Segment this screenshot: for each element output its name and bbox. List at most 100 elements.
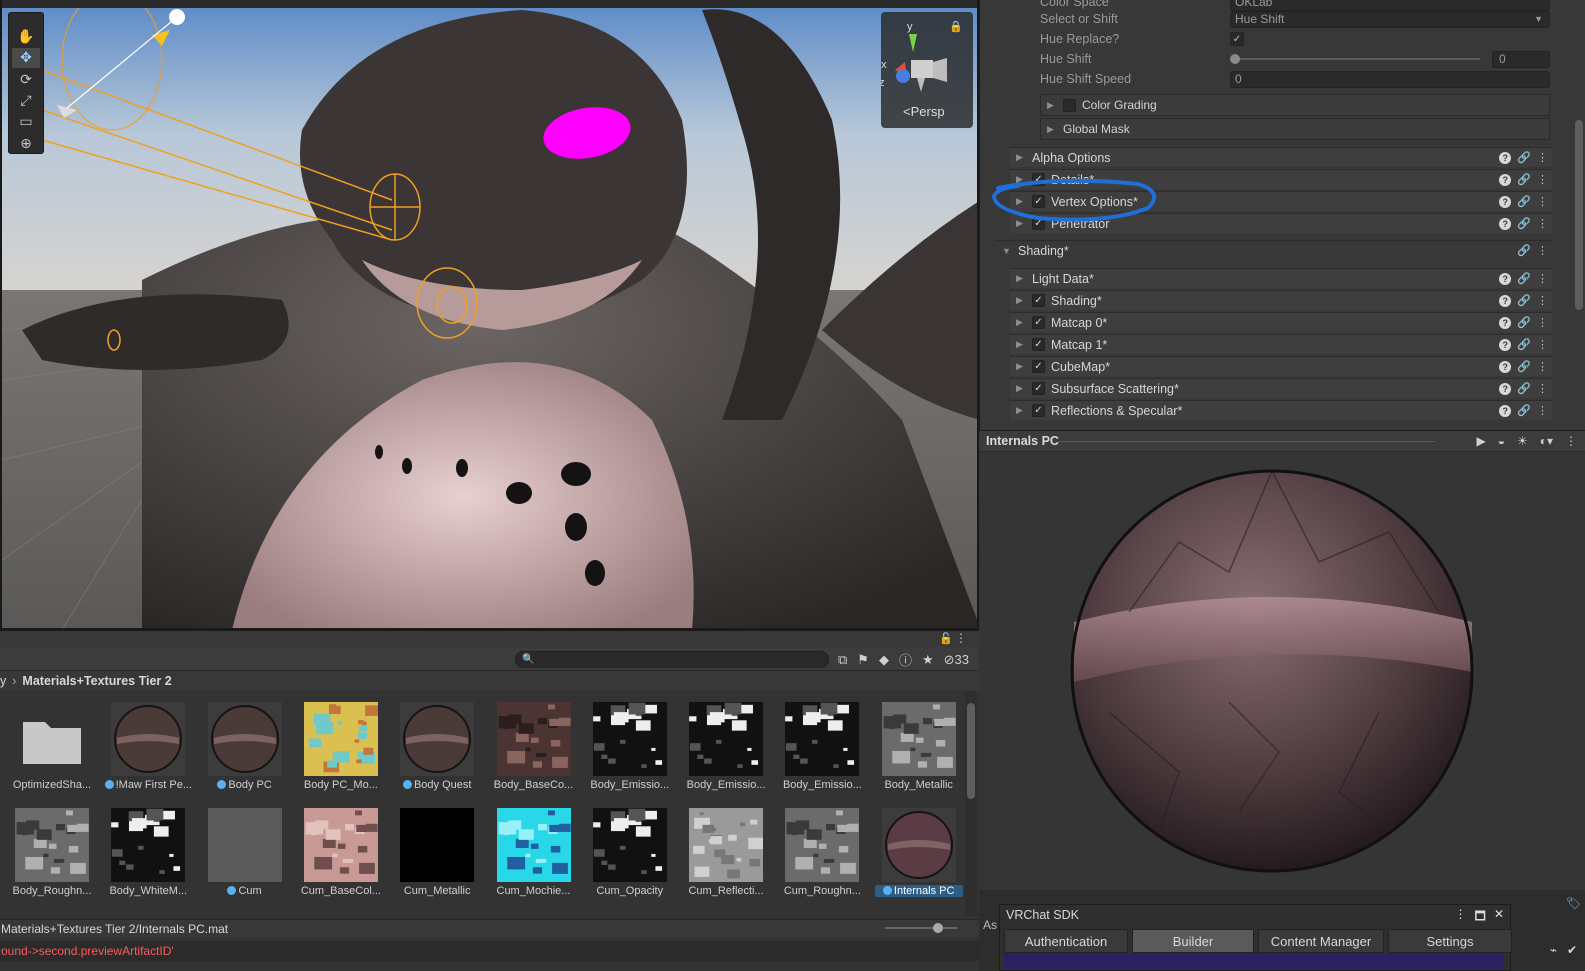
more-menu-icon[interactable]: ⋮ (1537, 151, 1548, 164)
project-scrollbar[interactable] (965, 691, 977, 916)
link-icon[interactable]: 🔗 (1517, 338, 1531, 351)
asset-item[interactable]: Cum_Metallic (385, 803, 481, 903)
asset-item[interactable]: Cum_Opacity (578, 803, 674, 903)
help-icon[interactable]: ? (1499, 316, 1512, 329)
help-icon[interactable]: ? (1499, 217, 1512, 230)
asset-item[interactable]: Cum_Reflecti... (674, 803, 770, 903)
asset-item[interactable]: Body_Roughn... (0, 803, 96, 903)
section-checkbox[interactable]: ✓ (1032, 404, 1045, 417)
hidden-packages-toggle[interactable]: ⊘33 (944, 652, 969, 668)
link-icon[interactable]: 🔗 (1517, 272, 1531, 285)
rotate-tool-icon[interactable]: ⟳ (12, 70, 40, 89)
help-icon[interactable]: ? (1499, 404, 1512, 417)
preview-shape-icon[interactable]: ◐▾ (1540, 434, 1553, 448)
link-icon[interactable]: 🔗 (1517, 404, 1531, 417)
link-icon[interactable]: 🔗 (1517, 151, 1531, 164)
help-icon[interactable]: ? (1499, 195, 1512, 208)
more-menu-icon[interactable]: ⋮ (1537, 404, 1548, 417)
link-icon[interactable]: 🔗 (1517, 382, 1531, 395)
tab-content-manager[interactable]: Content Manager (1258, 929, 1384, 953)
link-icon[interactable]: 🔗 (1517, 217, 1531, 230)
asset-item[interactable]: Body PC (193, 697, 289, 797)
filter-by-label-icon[interactable]: ⚑ (857, 652, 869, 668)
inspector-section[interactable]: ▶ ✓ Matcap 1*? 🔗 ⋮ (1010, 334, 1552, 354)
inspector-scrollbar[interactable] (1575, 120, 1583, 310)
more-menu-icon[interactable]: ⋮ (955, 631, 967, 645)
color-grading-checkbox[interactable] (1063, 98, 1076, 112)
inspector-section[interactable]: ▶ ✓ Shading*? 🔗 ⋮ (1010, 290, 1552, 310)
more-menu-icon[interactable]: ⋮ (1537, 316, 1548, 329)
help-icon[interactable]: ? (1499, 382, 1512, 395)
lock-icon[interactable]: 🔒 (949, 20, 963, 33)
more-menu-icon[interactable]: ⋮ (1537, 382, 1548, 395)
move-tool-icon[interactable]: ✥ (12, 48, 40, 68)
tag-icon[interactable]: 🏷 (1566, 896, 1581, 910)
favorite-star-icon[interactable]: ★ (922, 652, 934, 668)
tab-builder[interactable]: Builder (1132, 929, 1254, 953)
inspector-section[interactable]: ▶ Alpha Options? 🔗 ⋮ (1010, 147, 1552, 167)
more-menu-icon[interactable]: ⋮ (1537, 360, 1548, 373)
link-icon[interactable]: 🔗 (1517, 195, 1531, 208)
search-input[interactable]: 🔍 (515, 651, 829, 668)
link-icon[interactable]: 🔗 (1517, 173, 1531, 186)
more-menu-icon[interactable]: ⋮ (1537, 217, 1548, 230)
asset-item[interactable]: Body_WhiteM... (96, 803, 192, 903)
asset-item[interactable]: Internals PC (867, 803, 963, 903)
orientation-gizmo[interactable]: 🔒 y x z <Persp (879, 12, 973, 128)
scene-view[interactable]: ✋ ✥ ⟳ ⤢ ▭ ⊕ 🔒 y x z <Persp (0, 0, 979, 630)
hue-shift-slider[interactable]: 0 (1230, 50, 1550, 68)
link-icon[interactable]: 🔗 (1517, 244, 1531, 257)
inspector-section[interactable]: ▶ ✓ CubeMap*? 🔗 ⋮ (1010, 356, 1552, 376)
asset-item[interactable]: Body PC_Mo... (289, 697, 385, 797)
section-checkbox[interactable]: ✓ (1032, 360, 1045, 373)
hue-shift-speed-field[interactable]: 0 (1230, 70, 1550, 88)
inspector-section[interactable]: ▶ Light Data*? 🔗 ⋮ (1010, 268, 1552, 288)
console-error-line[interactable]: ound->second.previewArtifactID' (0, 941, 979, 961)
asset-item[interactable]: Body_BaseCo... (482, 697, 578, 797)
material-preview[interactable] (979, 452, 1585, 890)
check-circle-icon[interactable]: ✔ (1567, 943, 1577, 957)
rect-tool-icon[interactable]: ▭ (12, 112, 40, 131)
tab-authentication[interactable]: Authentication (1004, 929, 1128, 953)
section-checkbox[interactable]: ✓ (1032, 316, 1045, 329)
thumbnail-size-slider[interactable] (885, 923, 957, 933)
assets-tab[interactable]: As (979, 915, 999, 935)
info-icon[interactable]: ⓘ (899, 650, 912, 669)
more-menu-icon[interactable]: ⋮ (1537, 173, 1548, 186)
help-icon[interactable]: ? (1499, 151, 1512, 164)
asset-item[interactable]: Cum_Roughn... (770, 803, 866, 903)
link-icon[interactable]: 🔗 (1517, 316, 1531, 329)
more-menu-icon[interactable]: ⋮ (1565, 434, 1577, 448)
slider-handle[interactable] (1230, 54, 1240, 64)
play-icon[interactable]: ▶ (1476, 434, 1485, 448)
asset-item[interactable]: Cum_BaseCol... (289, 803, 385, 903)
more-menu-icon[interactable]: ⋮ (1537, 272, 1548, 285)
asset-item[interactable]: Body Quest (385, 697, 481, 797)
breadcrumb-parent[interactable]: y (0, 674, 6, 688)
asset-item[interactable]: OptimizedSha... (0, 697, 96, 797)
help-icon[interactable]: ? (1499, 338, 1512, 351)
network-icon[interactable]: ⌁ (1550, 943, 1557, 957)
label-icon[interactable]: ◆ (879, 652, 889, 668)
link-icon[interactable]: 🔗 (1517, 360, 1531, 373)
projection-mode-label[interactable]: <Persp (903, 104, 945, 119)
tab-settings[interactable]: Settings (1388, 929, 1512, 953)
inspector-section[interactable]: ▶ ✓ Subsurface Scattering*? 🔗 ⋮ (1010, 378, 1552, 398)
section-checkbox[interactable]: ✓ (1032, 294, 1045, 307)
asset-item[interactable]: Body_Emissio... (578, 697, 674, 797)
more-menu-icon[interactable]: ⋮ (1455, 907, 1467, 928)
help-icon[interactable]: ? (1499, 272, 1512, 285)
asset-item[interactable]: Cum_Mochie... (482, 803, 578, 903)
select-shift-dropdown[interactable]: Hue Shift ▼ (1230, 10, 1550, 28)
section-checkbox[interactable]: ✓ (1032, 338, 1045, 351)
color-grading-section[interactable]: ▶ Color Grading (1040, 94, 1550, 116)
asset-item[interactable]: Cum (193, 803, 289, 903)
asset-item[interactable]: Body_Emissio... (674, 697, 770, 797)
help-icon[interactable]: ? (1499, 294, 1512, 307)
maximize-icon[interactable]: 🗖 (1475, 907, 1486, 928)
asset-item[interactable]: !Maw First Pe... (96, 697, 192, 797)
asset-item[interactable]: Body_Metallic (867, 697, 963, 797)
scale-tool-icon[interactable]: ⤢ (12, 91, 40, 110)
section-checkbox[interactable]: ✓ (1032, 382, 1045, 395)
inspector-section[interactable]: ▶ ✓ Matcap 0*? 🔗 ⋮ (1010, 312, 1552, 332)
